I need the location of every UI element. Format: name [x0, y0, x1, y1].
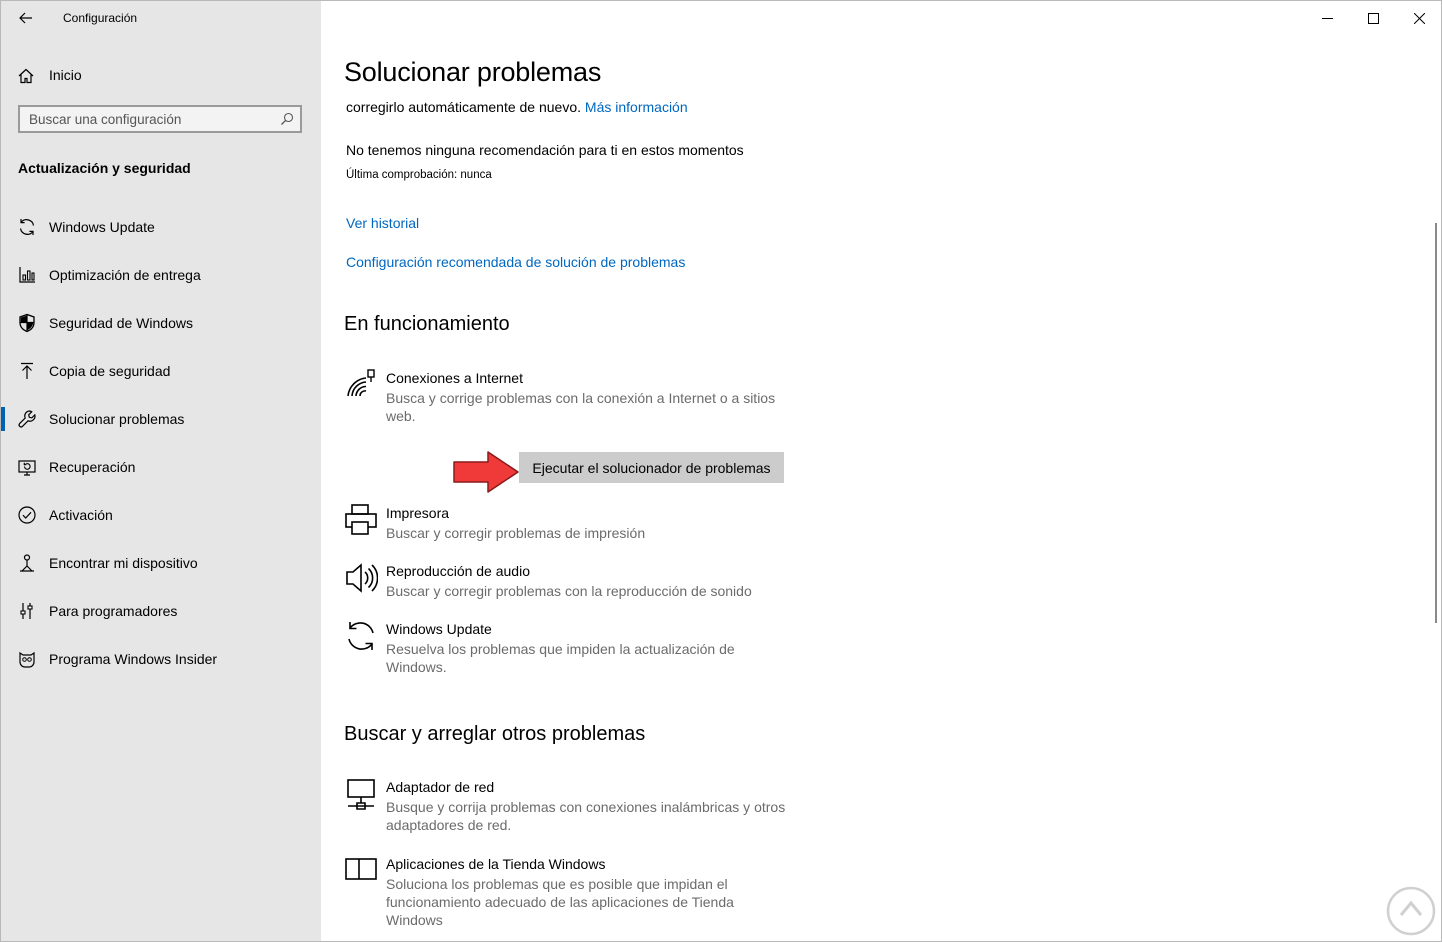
shield-icon: [19, 313, 35, 333]
sidebar-item-label: Copia de seguridad: [49, 363, 171, 379]
printer-icon: [345, 504, 377, 535]
internet-connection-icon: [347, 369, 375, 397]
check-circle-icon: [18, 506, 36, 524]
troubleshooter-title: Reproducción de audio: [386, 563, 530, 579]
back-arrow-icon: [19, 12, 32, 24]
sidebar-item-windows-security[interactable]: Seguridad de Windows: [1, 299, 321, 347]
maximize-button[interactable]: [1350, 1, 1396, 35]
sidebar-item-label: Optimización de entrega: [49, 267, 201, 283]
page-title: Solucionar problemas: [344, 57, 602, 87]
home-icon: [18, 68, 34, 84]
sidebar-item-label: Encontrar mi dispositivo: [49, 555, 198, 571]
vertical-scrollbar[interactable]: [1429, 35, 1441, 941]
sidebar-item-label: Activación: [49, 507, 113, 523]
run-troubleshooter-button[interactable]: Ejecutar el solucionador de problemas: [519, 452, 784, 483]
network-adapter-icon: [347, 779, 375, 810]
troubleshooter-network-adapter[interactable]: Adaptador de red Busque y corrija proble…: [344, 777, 804, 837]
sidebar-item-label: Recuperación: [49, 459, 136, 475]
sidebar-item-label: Para programadores: [49, 603, 178, 619]
person-pin-icon: [20, 554, 34, 572]
troubleshooter-audio[interactable]: Reproducción de audio Buscar y corregir …: [344, 561, 804, 601]
search-box[interactable]: [18, 105, 302, 133]
watermark-logo-icon: [1386, 886, 1436, 936]
minimize-button[interactable]: [1304, 1, 1350, 35]
main-content: Solucionar problemas corregirlo automáti…: [321, 1, 1441, 941]
recommended-settings-link[interactable]: Configuración recomendada de solución de…: [346, 254, 685, 270]
sidebar-item-label: Windows Update: [49, 219, 155, 235]
sidebar-item-label: Inicio: [49, 67, 82, 83]
sidebar-item-troubleshoot[interactable]: Solucionar problemas: [1, 395, 321, 443]
sidebar-item-developers[interactable]: Para programadores: [1, 587, 321, 635]
sidebar-item-activation[interactable]: Activación: [1, 491, 321, 539]
no-recommendation-text: No tenemos ninguna recomendación para ti…: [346, 142, 744, 158]
sidebar-nav: Windows Update Optimización de entrega S…: [1, 203, 321, 683]
sync-icon: [19, 219, 35, 235]
developer-sliders-icon: [20, 603, 33, 619]
sidebar-item-home[interactable]: Inicio: [1, 61, 321, 89]
last-check-text: Última comprobación: nunca: [346, 169, 492, 181]
troubleshooter-title: Aplicaciones de la Tienda Windows: [386, 856, 606, 872]
sidebar-item-backup[interactable]: Copia de seguridad: [1, 347, 321, 395]
section-title: Actualización y seguridad: [18, 160, 191, 176]
troubleshooter-store-apps[interactable]: Aplicaciones de la Tienda Windows Soluci…: [344, 854, 804, 934]
sidebar-item-label: Programa Windows Insider: [49, 651, 218, 667]
sidebar-item-label: Seguridad de Windows: [49, 315, 193, 331]
backup-arrow-icon: [21, 362, 33, 379]
maximize-icon: [1367, 12, 1379, 24]
scrollbar-thumb[interactable]: [1435, 223, 1437, 623]
app-title: Configuración: [63, 11, 138, 25]
sidebar-item-recovery[interactable]: Recuperación: [1, 443, 321, 491]
insider-cat-icon: [19, 651, 35, 668]
troubleshooter-title: Windows Update: [386, 621, 492, 637]
other-section-title: Buscar y arreglar otros problemas: [344, 723, 646, 745]
intro-text: corregirlo automáticamente de nuevo. Más…: [346, 99, 688, 115]
sidebar-item-windows-insider[interactable]: Programa Windows Insider: [1, 635, 321, 683]
sidebar-item-windows-update[interactable]: Windows Update: [1, 203, 321, 251]
troubleshooter-description: Buscar y corregir problemas con la repro…: [386, 583, 752, 599]
red-arrow-annotation: [453, 451, 519, 493]
close-button[interactable]: [1396, 1, 1441, 35]
view-history-link[interactable]: Ver historial: [346, 215, 419, 231]
troubleshooter-description: Busque y corrija problemas con conexione…: [386, 799, 786, 833]
troubleshooter-description: Soluciona los problemas que es posible q…: [386, 876, 734, 928]
store-apps-icon: [345, 858, 377, 880]
sidebar-item-find-my-device[interactable]: Encontrar mi dispositivo: [1, 539, 321, 587]
troubleshooter-title: Conexiones a Internet: [386, 370, 523, 386]
speaker-icon: [346, 563, 378, 593]
troubleshooter-description: Resuelva los problemas que impiden la ac…: [386, 641, 735, 675]
sidebar-item-delivery-optimization[interactable]: Optimización de entrega: [1, 251, 321, 299]
troubleshooter-description: Busca y corrige problemas con la conexió…: [386, 390, 776, 424]
delivery-optimization-icon: [19, 267, 35, 283]
intro-sentence: corregirlo automáticamente de nuevo.: [346, 99, 582, 115]
sidebar-item-label: Solucionar problemas: [49, 411, 185, 427]
search-input[interactable]: [20, 107, 279, 131]
troubleshooter-title: Adaptador de red: [386, 779, 495, 795]
recovery-icon: [18, 460, 36, 476]
more-info-link[interactable]: Más información: [585, 99, 688, 115]
troubleshooter-internet[interactable]: Conexiones a Internet Busca y corrige pr…: [344, 368, 804, 428]
troubleshooter-printer[interactable]: Impresora Buscar y corregir problemas de…: [344, 503, 804, 543]
minimize-icon: [1321, 17, 1333, 19]
sync-icon: [348, 622, 374, 650]
sidebar: Configuración Inicio Actualización y seg…: [1, 1, 321, 941]
back-button[interactable]: [13, 7, 39, 29]
troubleshooter-description: Buscar y corregir problemas de impresión: [386, 525, 646, 541]
wrench-icon: [18, 410, 36, 428]
close-icon: [1413, 12, 1425, 24]
troubleshooter-title: Impresora: [386, 505, 450, 521]
running-section-title: En funcionamiento: [344, 313, 510, 335]
search-icon[interactable]: [280, 112, 294, 126]
troubleshooter-windows-update[interactable]: Windows Update Resuelva los problemas qu…: [344, 619, 804, 679]
settings-window: Configuración Inicio Actualización y seg…: [0, 0, 1442, 942]
